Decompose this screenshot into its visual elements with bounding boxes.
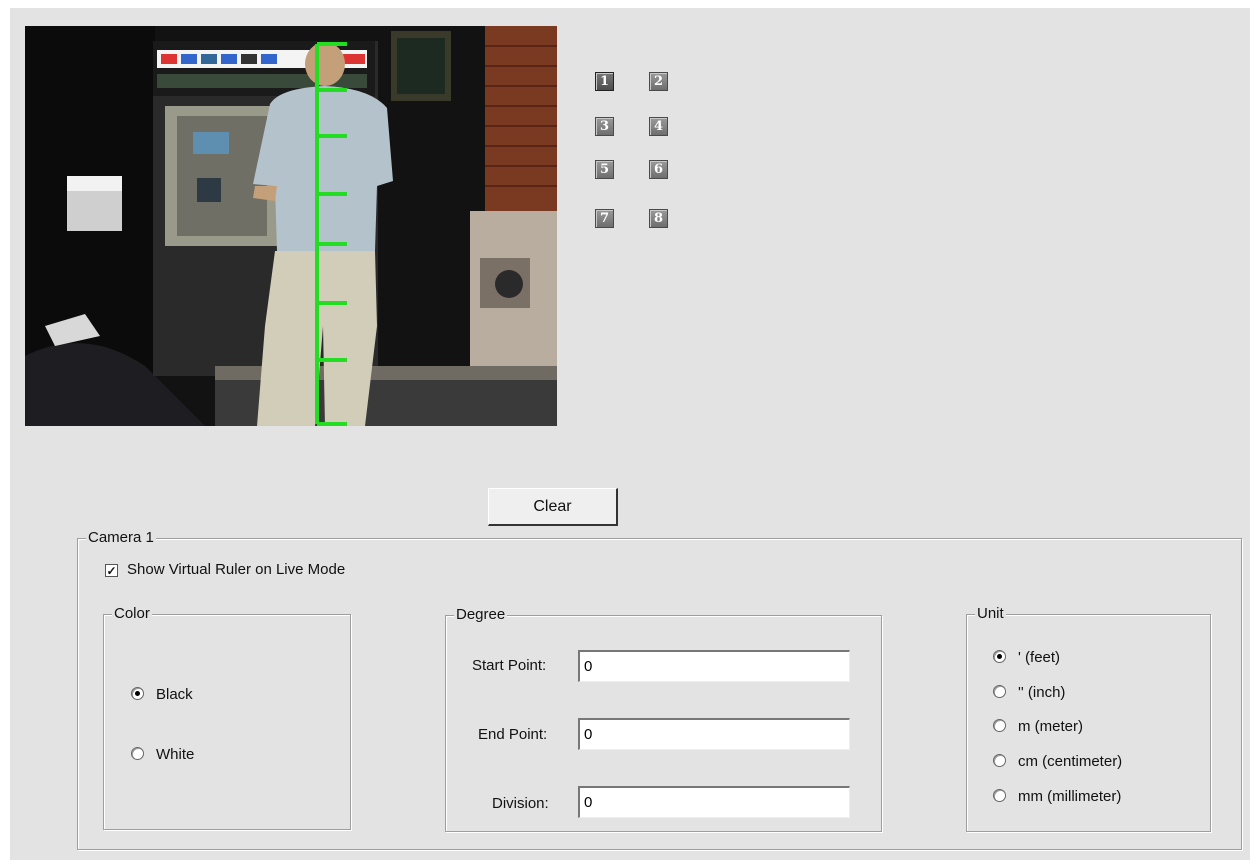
unit-centimeter-radio[interactable] [993,754,1006,767]
camera-button-3[interactable]: 3 [595,117,614,136]
camera-button-5[interactable]: 5 [595,160,614,179]
start-point-label: Start Point: [472,657,547,674]
camera-button-8[interactable]: 8 [649,209,668,228]
color-group-title: Color [112,605,152,623]
camera-live-view[interactable] [25,26,557,426]
camera-button-2[interactable]: 2 [649,72,668,91]
division-input[interactable] [578,786,850,818]
clear-button[interactable]: Clear [488,488,618,526]
unit-feet-label: ' (feet) [1018,649,1061,666]
unit-inch-label: '' (inch) [1018,684,1066,701]
show-ruler-checkbox[interactable]: ✓ [105,564,118,577]
unit-millimeter-label: mm (millimeter) [1018,788,1122,805]
end-point-input[interactable] [578,718,850,750]
start-point-input[interactable] [578,650,850,682]
color-black-radio[interactable] [131,687,144,700]
division-label: Division: [492,795,549,812]
unit-group-title: Unit [975,605,1006,623]
color-group: Color [103,605,351,830]
color-white-label: White [156,746,195,763]
camera-group-title: Camera 1 [86,529,156,547]
virtual-ruler-overlay[interactable] [25,26,557,426]
camera-button-7[interactable]: 7 [595,209,614,228]
unit-centimeter-label: cm (centimeter) [1018,753,1123,770]
color-black-label: Black [156,686,193,703]
camera-button-1[interactable]: 1 [595,72,614,91]
unit-millimeter-radio[interactable] [993,789,1006,802]
unit-inch-radio[interactable] [993,685,1006,698]
color-white-radio[interactable] [131,747,144,760]
camera-button-6[interactable]: 6 [649,160,668,179]
unit-meter-label: m (meter) [1018,718,1083,735]
camera-button-4[interactable]: 4 [649,117,668,136]
degree-group-title: Degree [454,606,508,624]
unit-meter-radio[interactable] [993,719,1006,732]
checkmark-icon: ✓ [106,563,117,578]
show-ruler-label: Show Virtual Ruler on Live Mode [127,561,346,578]
end-point-label: End Point: [478,726,548,743]
unit-feet-radio[interactable] [993,650,1006,663]
